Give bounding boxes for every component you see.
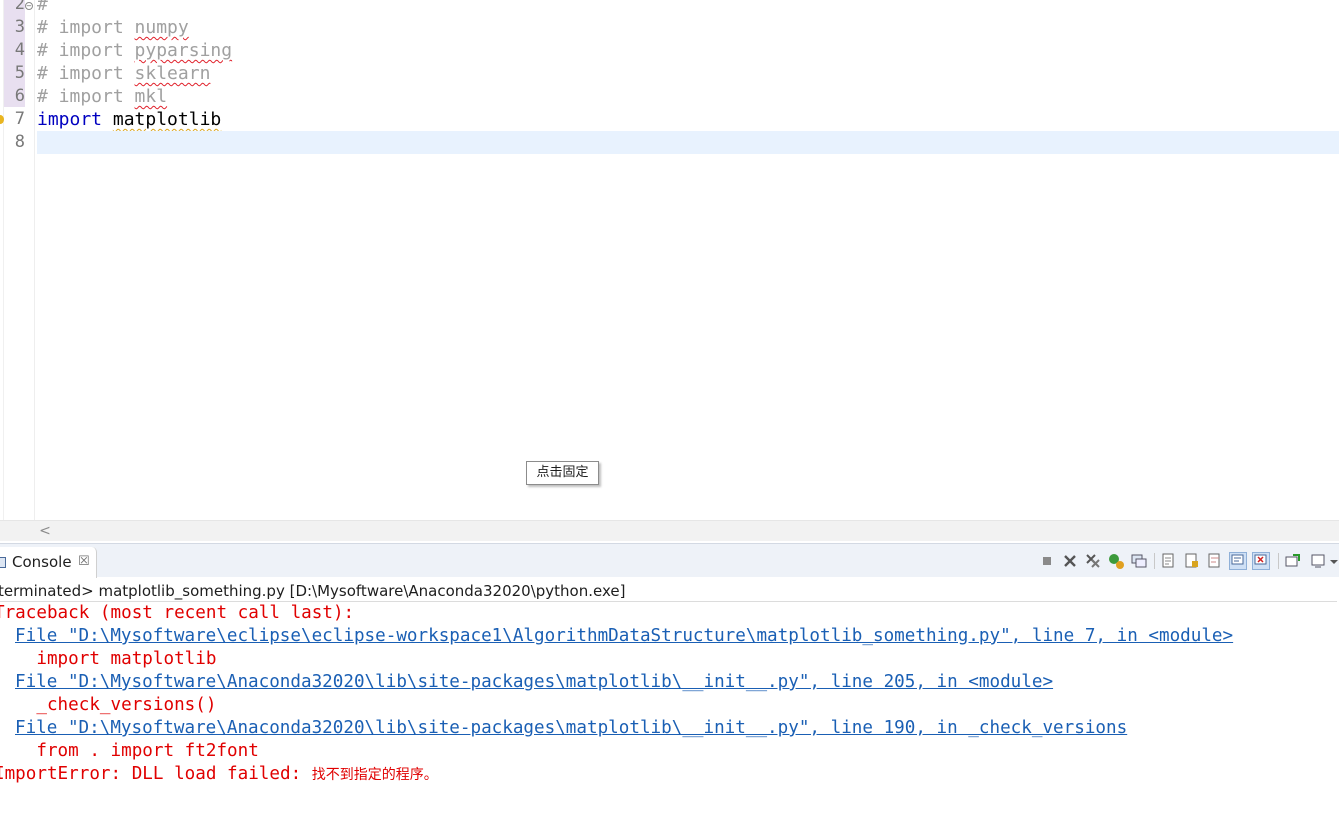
module-name: sklearn <box>134 63 211 84</box>
traceback-code-line: import matplotlib <box>0 649 217 669</box>
close-icon[interactable]: ☒ <box>78 553 90 571</box>
error-line: ImportError: DLL load failed: 找不到指定的程序。 <box>0 763 438 786</box>
console-status-line: terminated> matplotlib_something.py [D:\… <box>0 580 1337 602</box>
tab-label: Console <box>12 553 72 571</box>
error-message: 找不到指定的程序。 <box>311 767 438 783</box>
editor-line-3[interactable]: 3 # import numpy <box>0 16 1339 39</box>
console-panel: Console ☒ terminated> matplotlib_somethi… <box>0 543 1339 819</box>
horizontal-scrollbar[interactable]: < <box>0 520 1339 541</box>
module-name: matplotlib <box>112 109 222 130</box>
line-number: 8 <box>14 132 25 152</box>
relaunch-icon[interactable] <box>1107 552 1125 570</box>
display-selected-console-icon[interactable] <box>1310 552 1328 570</box>
editor-line-4[interactable]: 4 # import pyparsing <box>0 39 1339 62</box>
comment-prefix: # import <box>37 86 135 107</box>
traceback-header: Traceback (most recent call last): <box>0 603 355 623</box>
module-name: mkl <box>134 86 168 107</box>
editor-line-2[interactable]: 2 − # <box>0 0 1339 16</box>
remove-launch-icon[interactable] <box>1061 552 1079 570</box>
fold-collapse-icon[interactable]: − <box>25 2 33 10</box>
show-on-stdout-icon[interactable] <box>1229 552 1247 570</box>
editor-line-7[interactable]: 7 import matplotlib <box>0 108 1339 131</box>
code-text: import matplotlib <box>37 108 221 131</box>
editor-line-5[interactable]: 5 # import sklearn <box>0 62 1339 85</box>
comment-prefix: # import <box>37 63 135 84</box>
traceback-file-link[interactable]: File "D:\Mysoftware\Anaconda32020\lib\si… <box>15 671 1053 694</box>
traceback-code-line: _check_versions() <box>0 695 217 715</box>
pin-console-icon[interactable] <box>1284 552 1302 570</box>
chevron-left-icon[interactable]: < <box>38 522 52 540</box>
show-on-stderr-icon[interactable] <box>1252 552 1270 570</box>
traceback-file-link[interactable]: File "D:\Mysoftware\eclipse\eclipse-work… <box>15 625 1233 648</box>
editor-line-8[interactable]: 8 <box>0 131 1339 154</box>
tab-console[interactable]: Console ☒ <box>0 547 97 578</box>
console-icon <box>0 557 6 568</box>
scroll-lock-icon[interactable] <box>1183 552 1201 570</box>
clear-console-icon[interactable] <box>1160 552 1178 570</box>
editor-line-6[interactable]: 6 # import mkl <box>0 85 1339 108</box>
file-link[interactable]: File "D:\Mysoftware\Anaconda32020\lib\si… <box>15 718 1127 738</box>
code-text: # import mkl <box>37 85 167 108</box>
comment-prefix: # import <box>37 40 135 61</box>
code-text: # import sklearn <box>37 62 210 85</box>
module-name: pyparsing <box>134 40 233 61</box>
code-text: # import numpy <box>37 16 189 39</box>
module-name: numpy <box>134 17 189 38</box>
file-link[interactable]: File "D:\Mysoftware\eclipse\eclipse-work… <box>15 626 1233 646</box>
word-wrap-icon[interactable] <box>1206 552 1224 570</box>
code-editor[interactable]: 2 − # 3 # import numpy 4 # import pypars… <box>0 0 1339 520</box>
line-number: 6 <box>14 86 25 106</box>
pin-tooltip[interactable]: 点击固定 <box>526 461 599 485</box>
console-tab-bar: Console ☒ <box>0 543 1339 578</box>
new-console-icon[interactable] <box>1130 552 1148 570</box>
toolbar-separator <box>1154 553 1155 569</box>
chevron-down-icon[interactable] <box>1328 552 1339 570</box>
line-number: 7 <box>14 109 25 129</box>
traceback-code-line: from . import ft2font <box>0 741 259 761</box>
keyword: import <box>37 109 103 130</box>
code-text: # <box>37 0 48 15</box>
line-number: 3 <box>14 17 25 37</box>
code-text: # import pyparsing <box>37 39 232 62</box>
line-number: 5 <box>14 63 25 83</box>
line-number: 2 <box>14 0 25 14</box>
terminate-icon[interactable] <box>1038 552 1056 570</box>
traceback-file-link[interactable]: File "D:\Mysoftware\Anaconda32020\lib\si… <box>15 717 1127 740</box>
line-number: 4 <box>14 40 25 60</box>
remove-all-terminated-icon[interactable] <box>1084 552 1102 570</box>
toolbar-separator <box>1278 553 1279 569</box>
file-link[interactable]: File "D:\Mysoftware\Anaconda32020\lib\si… <box>15 672 1053 692</box>
error-prefix: ImportError: DLL load failed: <box>0 764 312 784</box>
comment-prefix: # import <box>37 17 135 38</box>
